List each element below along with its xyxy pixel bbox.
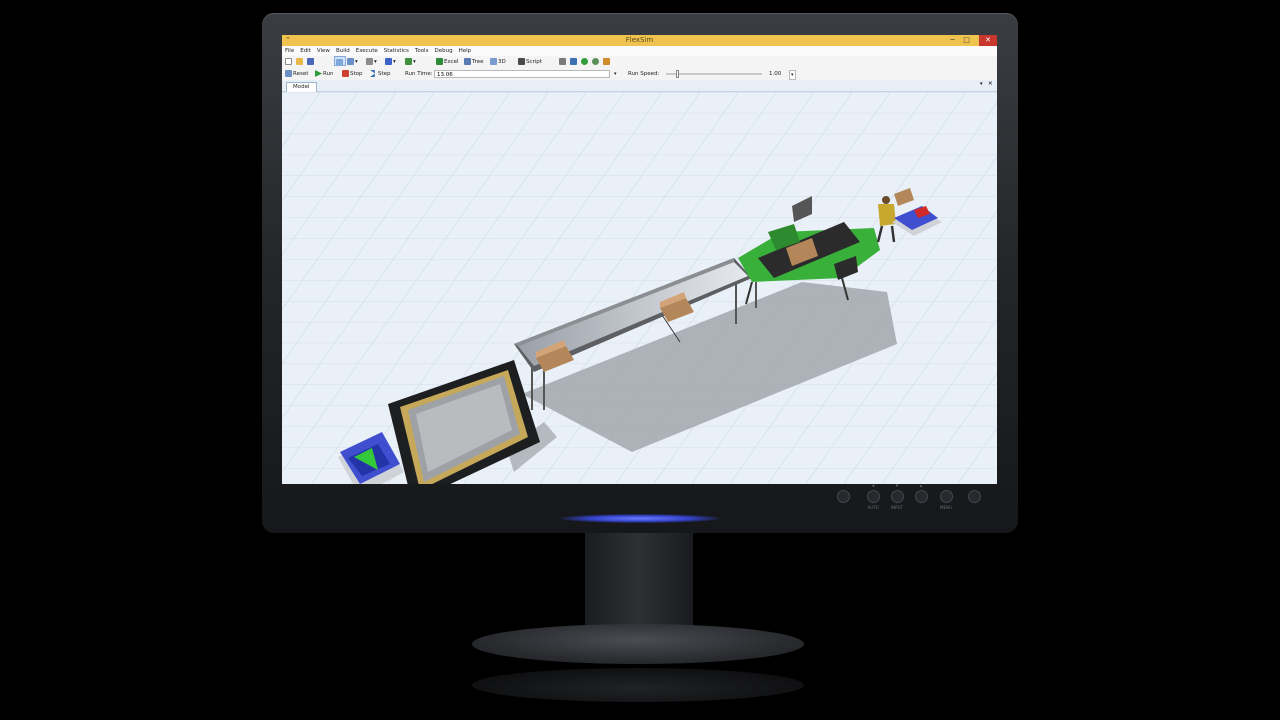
reset-button[interactable]: Reset (285, 68, 308, 80)
toolbar-extra-5[interactable] (603, 56, 611, 68)
stop-label: Stop (350, 71, 363, 77)
flexsim-window: ⌃ FlexSim ─ □ ✕ File Edit View Build Execute… (282, 35, 997, 484)
connect-mode-button[interactable]: ▾ (347, 56, 358, 68)
open-button[interactable] (296, 56, 304, 68)
excel-label: Excel (444, 59, 459, 65)
tab-list-icon[interactable]: ▾ (980, 81, 983, 87)
disconnect-icon (366, 58, 373, 65)
menu-button[interactable] (940, 490, 953, 503)
model-3d-view[interactable] (282, 92, 997, 484)
menu-label: MENU (940, 505, 952, 510)
run-time-field[interactable]: 13.06 (434, 70, 610, 78)
maximize-button[interactable]: □ (960, 35, 973, 46)
run-speed-dropdown-icon[interactable]: ▾ (789, 70, 796, 80)
source-button[interactable] (837, 490, 850, 503)
close-button[interactable]: ✕ (979, 35, 997, 46)
down-arrow-icon: ▾ (895, 483, 899, 489)
flowitem-button[interactable]: ▾ (405, 56, 416, 68)
menu-edit[interactable]: Edit (297, 46, 314, 56)
auto-label: AUTO (867, 505, 879, 510)
menu-view[interactable]: View (314, 46, 333, 56)
tree-button[interactable]: Tree (464, 56, 483, 68)
input-label: INPUT (891, 505, 903, 510)
help-circle-icon (581, 58, 588, 65)
run-icon (315, 70, 322, 77)
object-icon (385, 58, 392, 65)
menu-execute[interactable]: Execute (353, 46, 381, 56)
reset-label: Reset (293, 71, 309, 77)
monitor-base (472, 624, 804, 664)
pointer-mode-button[interactable] (334, 56, 346, 66)
base-reflection (472, 668, 804, 702)
menu-bar: File Edit View Build Execute Statistics Tools D… (282, 46, 997, 56)
excel-icon (436, 58, 443, 65)
menu-statistics[interactable]: Statistics (381, 46, 412, 56)
menu-help[interactable]: Help (456, 46, 475, 56)
power-led (560, 514, 720, 523)
document-tab-bar: Model ▾ ✕ (282, 80, 997, 92)
script-label: Script (526, 59, 542, 65)
title-bar: ⌃ FlexSim ─ □ ✕ (282, 35, 997, 46)
run-time-dropdown-icon[interactable]: ▾ (614, 68, 617, 80)
step-button[interactable]: Step (370, 68, 391, 80)
3d-view-button[interactable]: 3D (490, 56, 506, 68)
toolbar-extra-4[interactable] (592, 56, 600, 68)
run-button[interactable]: Run (315, 68, 334, 80)
tab-close-icon[interactable]: ✕ (988, 81, 993, 87)
minimize-button[interactable]: ─ (946, 35, 959, 46)
disconnect-mode-button[interactable]: ▾ (366, 56, 377, 68)
pointer-icon (336, 59, 343, 66)
script-icon (518, 58, 525, 65)
up-button[interactable] (915, 490, 928, 503)
up-arrow-icon: ▴ (919, 483, 923, 489)
step-icon (370, 70, 375, 77)
monitor-neck (585, 533, 693, 631)
run-speed-label: Run Speed: (628, 71, 660, 77)
stop-icon (342, 70, 349, 77)
reset-icon (285, 70, 292, 77)
script-button[interactable]: Script (518, 56, 542, 68)
excel-button[interactable]: Excel (436, 56, 459, 68)
tree-icon (464, 58, 471, 65)
toolbar-extra-2[interactable] (570, 56, 578, 68)
run-speed-track[interactable] (666, 73, 762, 75)
stop-button[interactable]: Stop (342, 68, 363, 80)
save-icon (307, 58, 314, 65)
globe-icon (592, 58, 599, 65)
menu-debug[interactable]: Debug (431, 46, 455, 56)
new-file-button[interactable] (285, 56, 293, 68)
flowitem-icon (405, 58, 412, 65)
input-button[interactable] (891, 490, 904, 503)
open-folder-icon (296, 58, 303, 65)
dashboard-icon (570, 58, 577, 65)
auto-button[interactable] (867, 490, 880, 503)
3d-label: 3D (498, 59, 506, 65)
tree-label: Tree (472, 59, 484, 65)
menu-build[interactable]: Build (333, 46, 353, 56)
run-label: Run (323, 71, 334, 77)
step-label: Step (378, 71, 391, 77)
menu-file[interactable]: File (282, 46, 297, 56)
3d-icon (490, 58, 497, 65)
save-button[interactable] (307, 56, 315, 68)
power-button[interactable] (968, 490, 981, 503)
run-speed-slider[interactable] (675, 70, 679, 78)
menu-tools[interactable]: Tools (412, 46, 432, 56)
run-speed-value: 1.00 (769, 71, 782, 77)
model-layout-icon (559, 58, 566, 65)
left-arrow-icon: ◂ (871, 483, 875, 489)
window-title: FlexSim (625, 36, 654, 44)
toolbar-extra-1[interactable] (559, 56, 567, 68)
connect-icon (347, 58, 354, 65)
toolbar-extra-3[interactable] (581, 56, 589, 68)
run-time-label: Run Time: (405, 71, 433, 77)
statistics-icon (603, 58, 610, 65)
new-file-icon (285, 58, 292, 65)
tab-model[interactable]: Model (286, 82, 317, 92)
object-button[interactable]: ▾ (385, 56, 396, 68)
